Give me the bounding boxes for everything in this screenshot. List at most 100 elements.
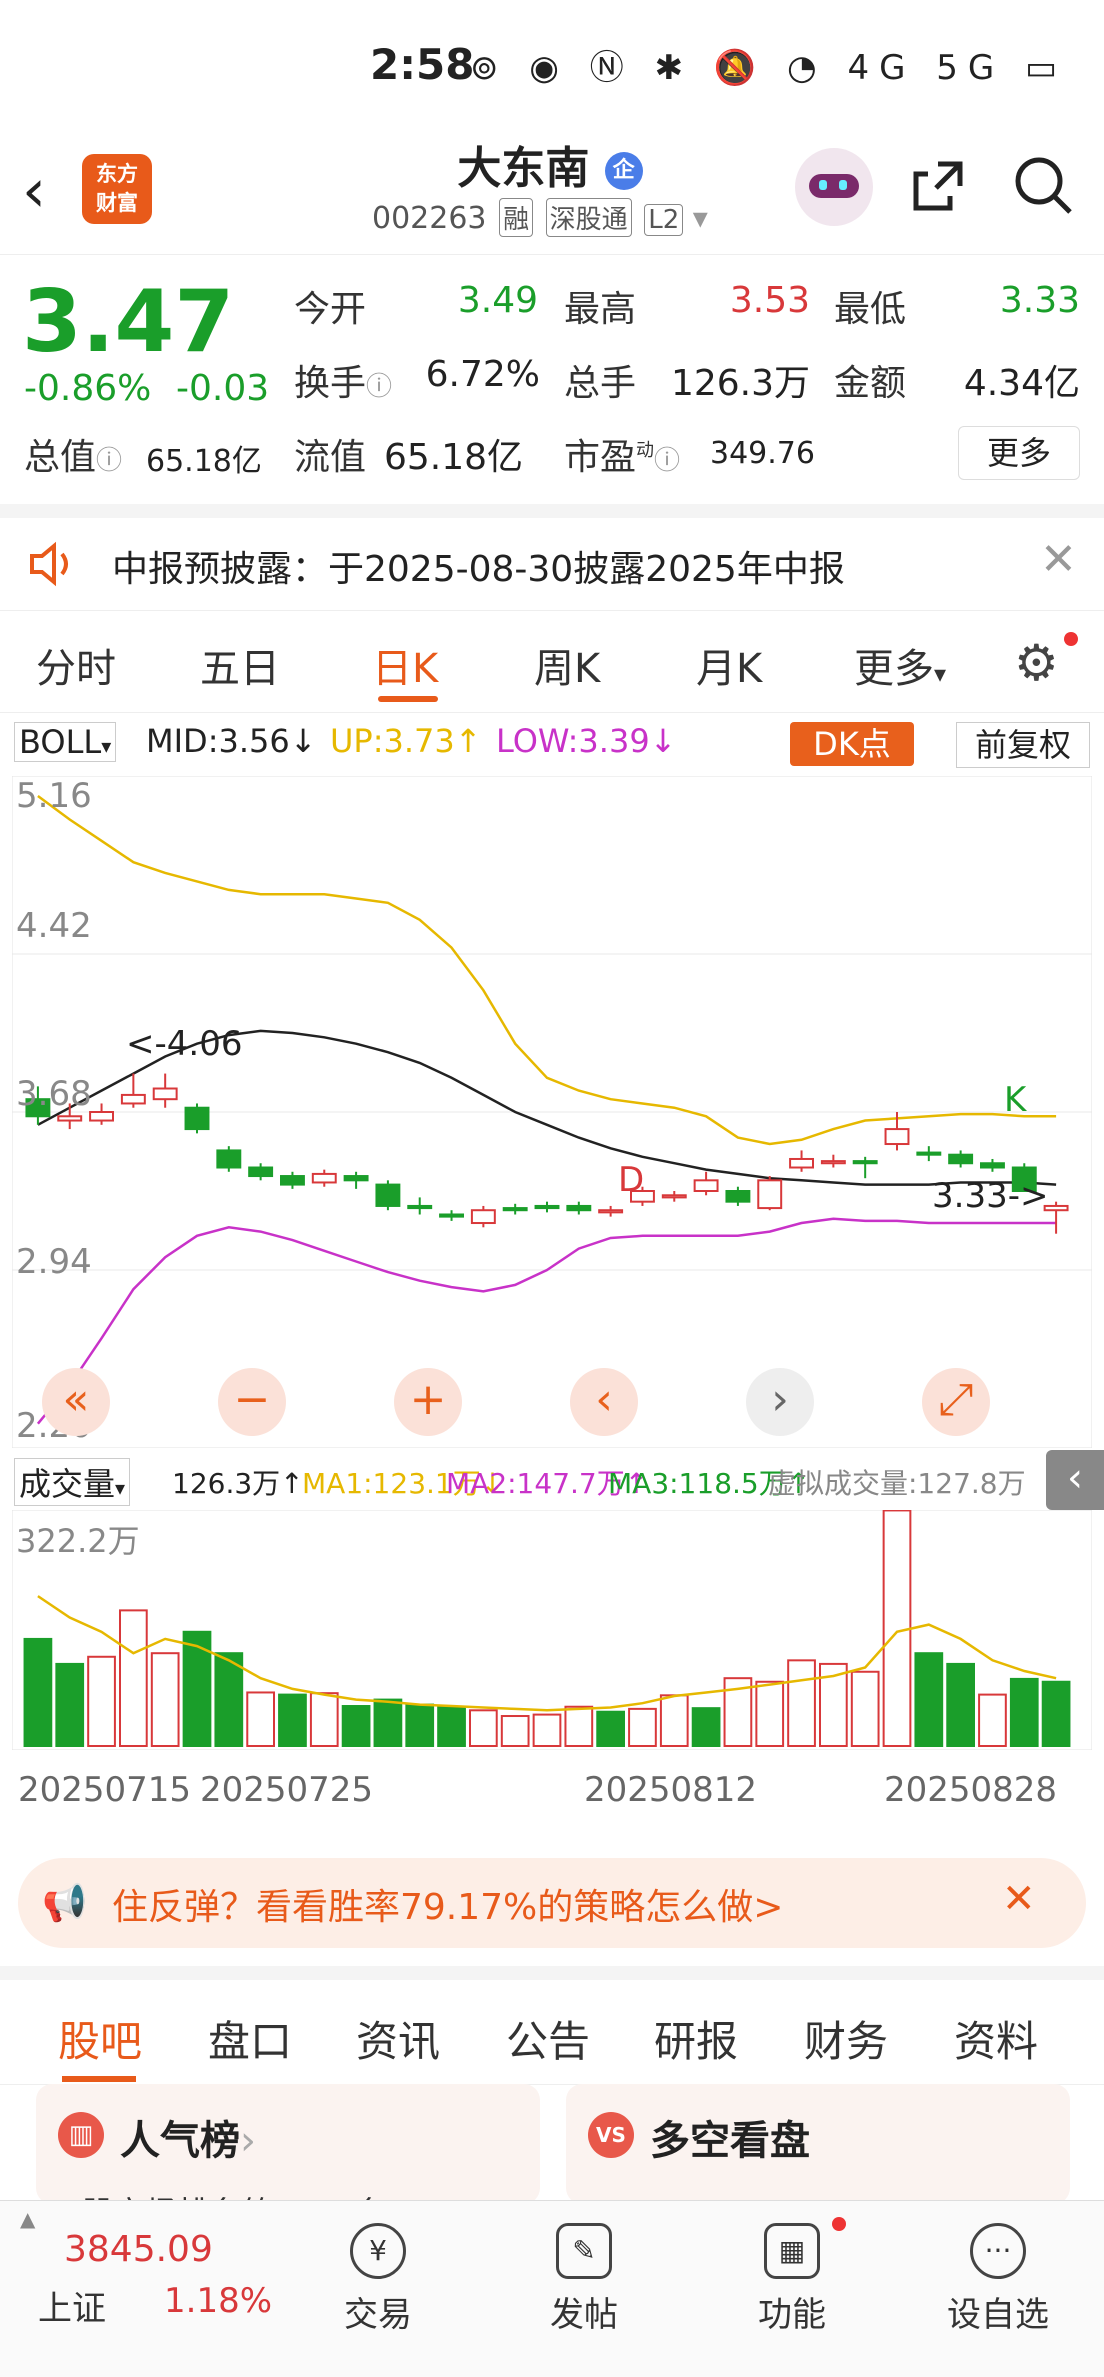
active-tab-indicator (378, 696, 438, 702)
adjust-select[interactable]: 前复权 (956, 722, 1090, 768)
stock-code-row[interactable]: 002263 融 深股通 L2 ▾ (372, 198, 732, 237)
volume-chart[interactable]: 322.2万 (12, 1510, 1092, 1750)
zoom-in-icon[interactable]: + (394, 1368, 462, 1436)
k-marker: K (1004, 1080, 1027, 1120)
nav-functions[interactable]: ▦ 功能 (712, 2201, 872, 2336)
volume-max-label: 322.2万 (16, 1522, 140, 1560)
volume-bar (787, 1659, 816, 1747)
indicator-select[interactable]: BOLL▾ (14, 722, 117, 762)
robot-assistant-icon[interactable] (795, 148, 873, 226)
scroll-left-most-icon[interactable]: « (42, 1368, 110, 1436)
dk-point-button[interactable]: DK点 (790, 722, 914, 766)
nav-post[interactable]: ✎ 发帖 (504, 2201, 664, 2336)
volume-bar (87, 1655, 116, 1748)
tab-intraday[interactable]: 分时 (36, 636, 116, 694)
close-icon[interactable]: ✕ (1040, 534, 1077, 585)
tab-research[interactable]: 研报 (654, 2008, 738, 2069)
stock-name: 大东南 企 (380, 132, 720, 196)
back-icon[interactable]: ‹ (22, 156, 46, 226)
stock-header: ‹ 东方 财富 大东南 企 002263 融 深股通 L2 ▾ (0, 130, 1104, 255)
tag-connect: 深股通 (545, 198, 632, 237)
fullscreen-icon[interactable]: ⤢ (922, 1368, 990, 1436)
tab-daily-k[interactable]: 日K (372, 636, 438, 694)
candle-body (470, 1209, 496, 1225)
bull-bear-title: 多空看盘 (650, 2118, 810, 2164)
turnover-label[interactable]: 换手ⓘ (294, 354, 392, 406)
volume-value: 126.3万 (670, 363, 810, 404)
d-marker: D (618, 1160, 645, 1200)
virtual-volume: 虚拟成交量:127.8万 (768, 1467, 1026, 1500)
boll-low: LOW:3.39↓ (496, 722, 677, 760)
promo-close-icon[interactable]: ✕ (1002, 1876, 1036, 1922)
scroll-right-icon[interactable]: › (746, 1368, 814, 1436)
promo-text: 住反弹？看看胜率79.17%的策略怎么做> (112, 1887, 784, 1928)
mktcap-label[interactable]: 总值ⓘ (24, 428, 122, 480)
tab-profile[interactable]: 资料 (954, 2008, 1038, 2069)
volume-bar (150, 1652, 180, 1748)
more-button[interactable]: 更多 (958, 426, 1080, 480)
collapse-panel-icon[interactable]: ‹ (1046, 1450, 1104, 1510)
tab-monthly-k[interactable]: 月K (696, 636, 762, 694)
candle-body (693, 1179, 719, 1192)
candle-body (311, 1172, 337, 1184)
candle-body (980, 1162, 1005, 1169)
candle-body (852, 1160, 878, 1165)
kline-tabs: 分时 五日 日K 周K 月K 更多▾ ⚙ (0, 612, 1104, 713)
date-label: 20250725 (200, 1770, 374, 1810)
date-label: 20250812 (584, 1770, 758, 1810)
tab-financials[interactable]: 财务 (804, 2008, 888, 2069)
boll-mid: MID:3.56↓ (146, 722, 317, 760)
strategy-promo-banner[interactable]: 📢 住反弹？看看胜率79.17%的策略怎么做> ✕ (18, 1858, 1086, 1948)
volume-bar (373, 1698, 403, 1748)
search-icon[interactable] (1012, 154, 1074, 216)
boll-lower-line (36, 1217, 1057, 1425)
date-label: 20250715 (18, 1770, 192, 1810)
notice-bar[interactable]: 中报预披露：于2025-08-30披露2025年中报 ✕ (0, 518, 1104, 611)
popularity-card[interactable]: ▥ 人气榜› A股市场排名第1000名 (36, 2084, 540, 2232)
pe-label[interactable]: 市盈动ⓘ (564, 428, 680, 480)
tab-more[interactable]: 更多▾ (854, 636, 946, 694)
nav-trade[interactable]: ¥ 交易 (298, 2201, 458, 2336)
tab-weekly-k[interactable]: 周K (534, 636, 600, 694)
brand-logo[interactable]: 东方 财富 (82, 154, 152, 224)
candle-body (598, 1209, 624, 1214)
open-value: 3.49 (457, 280, 538, 321)
nav-add-watchlist-label: 设自选 (947, 2295, 1049, 2335)
tab-announcements[interactable]: 公告 (506, 2008, 590, 2069)
tab-order-book[interactable]: 盘口 (208, 2008, 292, 2069)
tab-forum[interactable]: 股吧 (58, 2008, 142, 2069)
volume-bar (469, 1709, 498, 1747)
quote-panel: 3.47 -0.86% -0.03 今开 3.49 最高 3.53 最低 3.3… (0, 254, 1104, 518)
status-time: 2:58 (370, 40, 475, 89)
candle-body (725, 1190, 751, 1203)
volume-bar (246, 1691, 275, 1747)
candle-body (407, 1204, 433, 1210)
index-value[interactable]: 3845.09 (64, 2229, 213, 2270)
candle-body (439, 1213, 465, 1218)
candle-body (248, 1166, 274, 1178)
status-icons: ⊚ ◉ Ⓝ ✱ 🔕 ◔ 4G 5G ▭ (470, 48, 1068, 88)
tab-five-day[interactable]: 五日 (200, 636, 280, 694)
amount-label: 金额 (834, 363, 907, 404)
zoom-out-icon[interactable]: − (218, 1368, 286, 1436)
index-name[interactable]: 上证 (38, 2281, 106, 2330)
settings-gear-icon[interactable]: ⚙ (1014, 634, 1059, 692)
nav-add-watchlist[interactable]: ··· 设自选 (918, 2201, 1078, 2336)
tab-news[interactable]: 资讯 (356, 2008, 440, 2069)
volume-bar (659, 1694, 689, 1748)
high-label: 最高 (564, 289, 637, 330)
candle-body (566, 1204, 592, 1212)
vs-icon: VS (588, 2112, 634, 2158)
volume-bar (214, 1652, 244, 1748)
index-change[interactable]: 1.18% (164, 2281, 272, 2321)
boll-up: UP:3.73↑ (330, 722, 482, 760)
enterprise-badge: 企 (604, 152, 643, 190)
nav-trade-label: 交易 (344, 2295, 412, 2335)
kline-chart[interactable]: 5.16 4.42 3.68 2.94 2.20 <-4.06 3.33-> D… (12, 776, 1092, 1448)
share-icon[interactable] (908, 156, 964, 212)
volume-label: 总手 (564, 363, 637, 404)
turnover-value: 6.72% (425, 354, 540, 395)
scroll-left-icon[interactable]: ‹ (570, 1368, 638, 1436)
volume-indicator-select[interactable]: 成交量▾ (14, 1458, 131, 1506)
bull-bear-card[interactable]: VS 多空看盘 (566, 2084, 1070, 2204)
